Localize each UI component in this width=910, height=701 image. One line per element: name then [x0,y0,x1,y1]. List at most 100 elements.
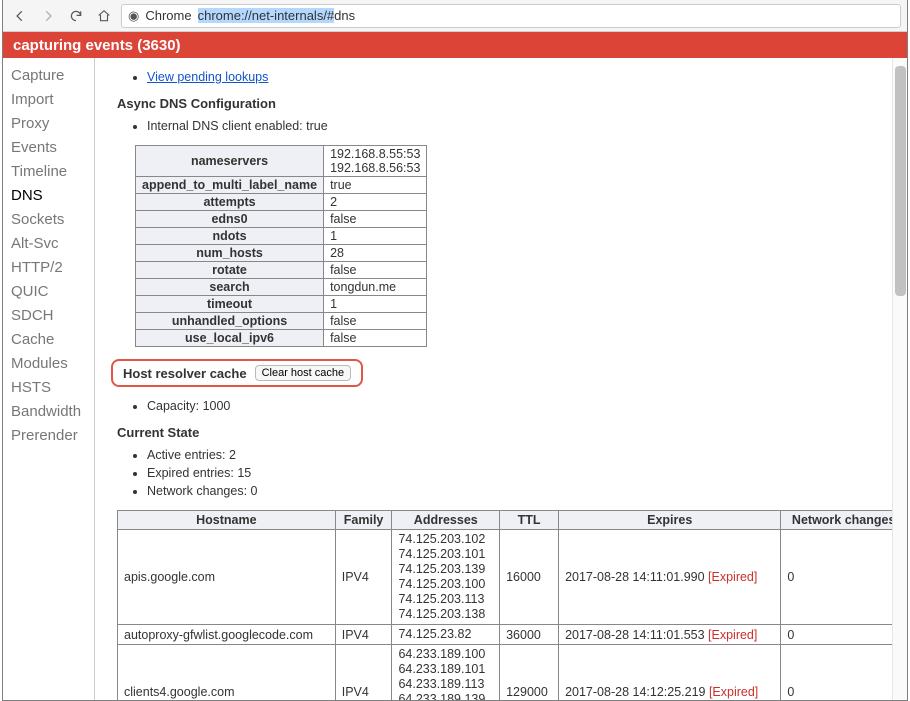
expired-tag: [Expired] [709,685,758,699]
config-row: timeout1 [136,296,427,313]
sidebar-item-capture[interactable]: Capture [3,64,94,88]
cache-expires: 2017-08-28 14:11:01.990 [Expired] [559,530,781,625]
browser-toolbar: ◉ Chrome chrome://net-internals/#dns [3,0,907,32]
cache-ttl: 129000 [500,645,559,701]
config-key: nameservers [136,146,324,177]
cache-header: Expires [559,511,781,530]
sidebar: CaptureImportProxyEventsTimelineDNSSocke… [3,58,95,700]
cache-row: autoproxy-gfwlist.googlecode.comIPV474.1… [118,625,907,645]
sidebar-item-events[interactable]: Events [3,136,94,160]
address-bar[interactable]: ◉ Chrome chrome://net-internals/#dns [121,4,901,28]
cache-family: IPV4 [335,625,392,645]
sidebar-item-dns[interactable]: DNS [3,184,94,208]
host-cache-table: HostnameFamilyAddressesTTLExpiresNetwork… [117,510,907,700]
host-resolver-cache-label: Host resolver cache [123,366,247,381]
config-row: searchtongdun.me [136,279,427,296]
chrome-icon: ◉ [128,8,139,24]
main-content: View pending lookups Async DNS Configura… [95,58,907,700]
async-dns-title: Async DNS Configuration [117,96,895,111]
cache-family: IPV4 [335,645,392,701]
sidebar-item-timeline[interactable]: Timeline [3,160,94,184]
sidebar-item-cache[interactable]: Cache [3,328,94,352]
cache-ttl: 36000 [500,625,559,645]
cache-network-changes: 0 [781,645,907,701]
cache-hostname: apis.google.com [118,530,336,625]
events-banner-text: capturing events (3630) [13,37,181,54]
address-product: Chrome [145,8,191,23]
address-url: chrome://net-internals/#dns [198,8,356,23]
config-row: num_hosts28 [136,245,427,262]
sidebar-item-alt-svc[interactable]: Alt-Svc [3,232,94,256]
sidebar-item-bandwidth[interactable]: Bandwidth [3,400,94,424]
config-key: num_hosts [136,245,324,262]
config-value: 192.168.8.55:53 192.168.8.56:53 [324,146,427,177]
expired-tag: [Expired] [708,570,757,584]
reload-button[interactable] [65,5,87,27]
config-value: 1 [324,296,427,313]
sidebar-item-modules[interactable]: Modules [3,352,94,376]
clear-host-cache-button[interactable]: Clear host cache [255,365,352,381]
cache-hostname: autoproxy-gfwlist.googlecode.com [118,625,336,645]
cache-expires: 2017-08-28 14:12:25.219 [Expired] [559,645,781,701]
sidebar-item-quic[interactable]: QUIC [3,280,94,304]
config-row: unhandled_optionsfalse [136,313,427,330]
view-pending-lookups-link[interactable]: View pending lookups [147,70,268,84]
back-button[interactable] [9,5,31,27]
config-key: timeout [136,296,324,313]
capacity-line: Capacity: 1000 [147,397,895,415]
forward-button[interactable] [37,5,59,27]
expired-tag: [Expired] [708,628,757,642]
cache-header: Addresses [392,511,500,530]
state-line: Active entries: 2 [147,446,895,464]
cache-addresses: 74.125.23.82 [392,625,500,645]
cache-row: clients4.google.comIPV464.233.189.100 64… [118,645,907,701]
sidebar-item-proxy[interactable]: Proxy [3,112,94,136]
sidebar-item-hsts[interactable]: HSTS [3,376,94,400]
config-key: unhandled_options [136,313,324,330]
config-value: false [324,262,427,279]
cache-hostname: clients4.google.com [118,645,336,701]
sidebar-item-http-2[interactable]: HTTP/2 [3,256,94,280]
config-value: true [324,177,427,194]
current-state-title: Current State [117,425,895,440]
cache-network-changes: 0 [781,530,907,625]
config-value: false [324,330,427,347]
cache-header: Family [335,511,392,530]
dns-config-table: nameservers192.168.8.55:53 192.168.8.56:… [135,145,427,347]
home-button[interactable] [93,5,115,27]
config-value: 1 [324,228,427,245]
state-line: Network changes: 0 [147,482,895,500]
events-banner: capturing events (3630) [3,32,907,58]
config-value: false [324,313,427,330]
cache-network-changes: 0 [781,625,907,645]
config-value: 28 [324,245,427,262]
config-key: use_local_ipv6 [136,330,324,347]
cache-header: Network changes [781,511,907,530]
config-key: attempts [136,194,324,211]
config-row: edns0false [136,211,427,228]
vertical-scrollbar[interactable] [892,58,907,700]
internal-dns-line: Internal DNS client enabled: true [147,117,895,135]
config-value: tongdun.me [324,279,427,296]
scrollbar-thumb[interactable] [895,66,906,296]
config-value: false [324,211,427,228]
sidebar-item-import[interactable]: Import [3,88,94,112]
config-row: ndots1 [136,228,427,245]
cache-addresses: 64.233.189.100 64.233.189.101 64.233.189… [392,645,500,701]
config-row: rotatefalse [136,262,427,279]
cache-row: apis.google.comIPV474.125.203.102 74.125… [118,530,907,625]
config-key: search [136,279,324,296]
host-resolver-cache-section: Host resolver cache Clear host cache [111,359,363,387]
cache-header: Hostname [118,511,336,530]
config-value: 2 [324,194,427,211]
sidebar-item-sockets[interactable]: Sockets [3,208,94,232]
config-key: edns0 [136,211,324,228]
state-line: Expired entries: 15 [147,464,895,482]
cache-family: IPV4 [335,530,392,625]
config-row: nameservers192.168.8.55:53 192.168.8.56:… [136,146,427,177]
sidebar-item-prerender[interactable]: Prerender [3,424,94,448]
config-row: use_local_ipv6false [136,330,427,347]
sidebar-item-sdch[interactable]: SDCH [3,304,94,328]
config-key: append_to_multi_label_name [136,177,324,194]
cache-ttl: 16000 [500,530,559,625]
